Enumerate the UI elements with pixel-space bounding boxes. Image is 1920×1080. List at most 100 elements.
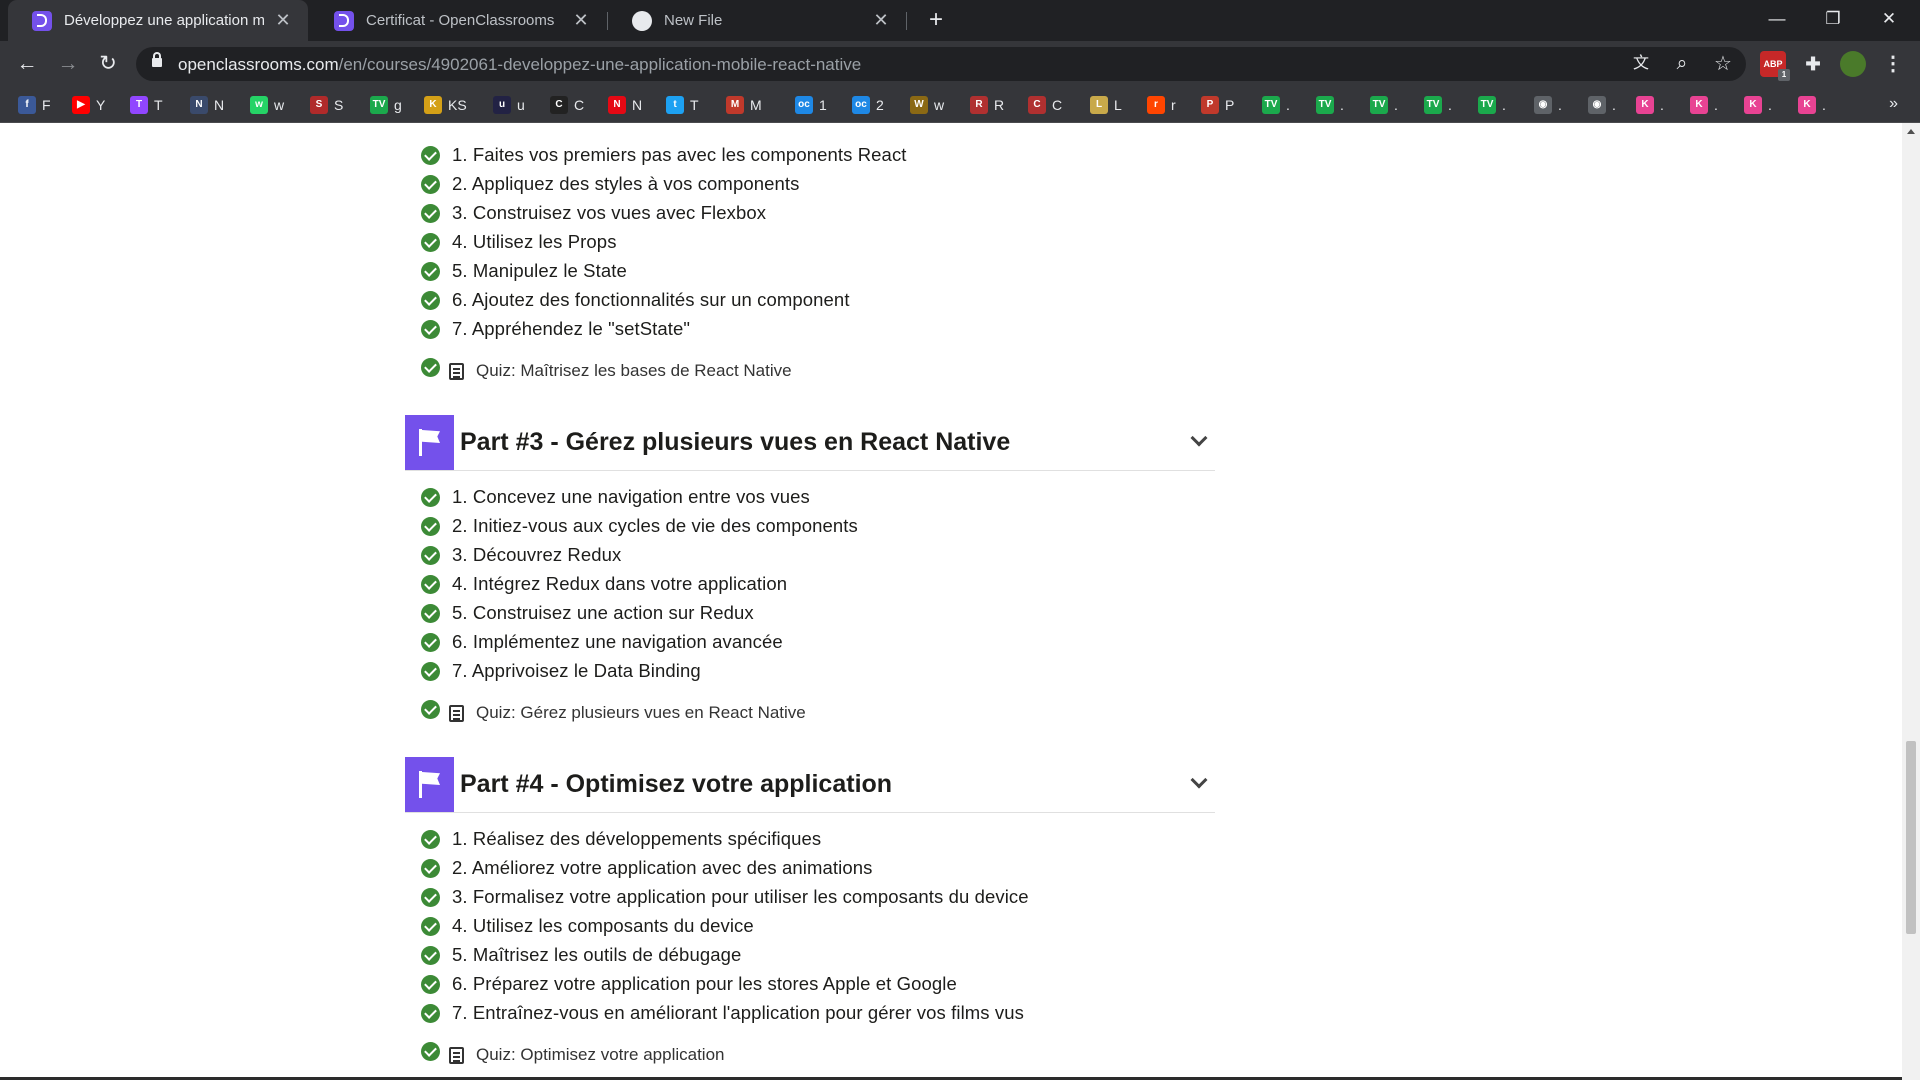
- bookmark-star-icon[interactable]: ☆: [1712, 53, 1734, 75]
- tab-new-file[interactable]: New File ✕: [608, 0, 906, 41]
- bookmark-item[interactable]: TT: [130, 95, 163, 115]
- bookmark-item[interactable]: TV.: [1316, 95, 1344, 115]
- restore-button[interactable]: ❐: [1808, 0, 1858, 41]
- bookmark-item[interactable]: ▶ Y: [72, 95, 105, 115]
- reload-button[interactable]: ↻: [94, 50, 122, 78]
- close-icon[interactable]: ✕: [570, 10, 592, 31]
- bookmark-item[interactable]: ◉.: [1534, 95, 1562, 115]
- bookmark-item[interactable]: TV.: [1262, 95, 1290, 115]
- lock-icon[interactable]: [152, 52, 162, 67]
- chapter-link[interactable]: 3. Formalisez votre application pour uti…: [421, 886, 1029, 908]
- part-4-title: Part #4 - Optimisez votre application: [460, 770, 893, 798]
- translate-icon[interactable]: 文: [1630, 53, 1652, 75]
- quiz-clipboard-icon: [449, 362, 464, 380]
- zoom-icon[interactable]: ⌕: [1671, 53, 1693, 75]
- chapter-title: 4. Intégrez Redux dans votre application: [452, 573, 788, 594]
- chapter-link[interactable]: 1. Réalisez des développements spécifiqu…: [421, 828, 821, 850]
- bookmark-label: F: [42, 97, 51, 113]
- bookmark-item[interactable]: CC: [1028, 95, 1062, 115]
- chapter-link[interactable]: 1. Concevez une navigation entre vos vue…: [421, 486, 810, 508]
- address-bar[interactable]: openclassrooms.com/en/courses/4902061-de…: [136, 47, 1746, 81]
- close-icon[interactable]: ✕: [870, 10, 892, 31]
- chapter-link[interactable]: 5. Maîtrisez les outils de débugage: [421, 944, 741, 966]
- bookmarks-overflow-icon[interactable]: »: [1889, 95, 1898, 113]
- page-scrollbar[interactable]: [1902, 123, 1920, 1080]
- bookmark-item[interactable]: K.: [1798, 95, 1826, 115]
- bookmark-item[interactable]: ◉.: [1588, 95, 1616, 115]
- check-circle-icon: [421, 319, 440, 339]
- chapter-link[interactable]: 2. Appliquez des styles à vos components: [421, 173, 799, 195]
- bookmark-item[interactable]: rr: [1147, 95, 1176, 115]
- chapter-link[interactable]: 7. Entraînez-vous en améliorant l'applic…: [421, 1002, 1024, 1024]
- quiz-link[interactable]: Quiz: Optimisez votre application: [421, 1041, 725, 1066]
- profile-avatar[interactable]: [1840, 51, 1866, 77]
- bookmark-item[interactable]: Ww: [910, 95, 944, 115]
- quiz-title: Quiz: Maîtrisez les bases de React Nativ…: [476, 361, 792, 380]
- chapter-link[interactable]: 2. Améliorez votre application avec des …: [421, 857, 872, 879]
- minimize-button[interactable]: —: [1752, 0, 1802, 41]
- chapter-link[interactable]: 3. Découvrez Redux: [421, 544, 621, 566]
- bookmark-item[interactable]: SS: [310, 95, 343, 115]
- chapter-link[interactable]: 6. Implémentez une navigation avancée: [421, 631, 783, 653]
- bookmark-item[interactable]: K.: [1744, 95, 1772, 115]
- chapter-link[interactable]: 7. Appréhendez le "setState": [421, 318, 690, 340]
- close-window-button[interactable]: ✕: [1864, 0, 1914, 41]
- url-text[interactable]: openclassrooms.com/en/courses/4902061-de…: [178, 55, 861, 75]
- chapter-link[interactable]: 5. Construisez une action sur Redux: [421, 602, 754, 624]
- bookmark-item[interactable]: tT: [666, 95, 699, 115]
- bookmark-label: w: [934, 97, 945, 113]
- chevron-down-icon[interactable]: [1190, 429, 1208, 447]
- adblock-icon[interactable]: ABP 1: [1760, 51, 1790, 81]
- bookmark-item[interactable]: TV.: [1370, 95, 1398, 115]
- chevron-down-icon[interactable]: [1190, 771, 1208, 789]
- c-icon: C: [1028, 96, 1046, 114]
- chapter-link[interactable]: 4. Intégrez Redux dans votre application: [421, 573, 787, 595]
- chapter-link[interactable]: 6. Ajoutez des fonctionnalités sur un co…: [421, 289, 850, 311]
- quiz-link[interactable]: Quiz: Maîtrisez les bases de React Nativ…: [421, 357, 792, 382]
- menu-icon[interactable]: ⋮: [1880, 51, 1906, 77]
- bookmark-item[interactable]: oc 1: [795, 95, 827, 115]
- chapter-link[interactable]: 3. Construisez vos vues avec Flexbox: [421, 202, 766, 224]
- bookmark-item[interactable]: K KS: [424, 95, 467, 115]
- twitch-icon: T: [130, 96, 148, 114]
- forward-button[interactable]: →: [54, 50, 82, 78]
- bookmark-item[interactable]: LL: [1090, 95, 1122, 115]
- scroll-thumb[interactable]: [1906, 741, 1916, 934]
- chapter-link[interactable]: 7. Apprivoisez le Data Binding: [421, 660, 701, 682]
- bookmark-item[interactable]: TV g: [370, 95, 402, 115]
- chapter-link[interactable]: 4. Utilisez les Props: [421, 231, 617, 253]
- tab-certificat[interactable]: Certificat - OpenClassrooms ✕: [310, 0, 606, 41]
- bookmark-item[interactable]: K.: [1690, 95, 1718, 115]
- bookmark-item[interactable]: RR: [970, 95, 1004, 115]
- bookmark-item[interactable]: TV.: [1424, 95, 1452, 115]
- close-icon[interactable]: ✕: [272, 10, 294, 31]
- r-icon: R: [970, 96, 988, 114]
- back-button[interactable]: ←: [13, 50, 41, 78]
- bookmark-item[interactable]: K.: [1636, 95, 1664, 115]
- bookmark-item[interactable]: uu: [493, 95, 525, 115]
- tab-course[interactable]: Développez une application mob ✕: [8, 0, 308, 41]
- bookmark-item[interactable]: TV.: [1478, 95, 1506, 115]
- chapter-link[interactable]: 5. Manipulez le State: [421, 260, 627, 282]
- bookmark-item[interactable]: CC: [550, 95, 584, 115]
- bookmark-item[interactable]: NN: [190, 95, 224, 115]
- chapter-link[interactable]: 6. Préparez votre application pour les s…: [421, 973, 957, 995]
- chapter-link[interactable]: 4. Utilisez les composants du device: [421, 915, 754, 937]
- scroll-up-arrow[interactable]: [1907, 129, 1915, 134]
- check-circle-icon: [421, 829, 440, 849]
- extensions-puzzle-icon[interactable]: ✚: [1800, 51, 1826, 77]
- bookmark-item[interactable]: oc 2: [852, 95, 884, 115]
- bookmark-item[interactable]: MM: [726, 95, 762, 115]
- bookmark-item[interactable]: PP: [1201, 95, 1234, 115]
- bookmark-item[interactable]: NN: [608, 95, 642, 115]
- bookmark-item[interactable]: fF: [18, 95, 51, 115]
- bookmark-label: P: [1225, 97, 1235, 113]
- chapter-link[interactable]: 1. Faites vos premiers pas avec les comp…: [421, 144, 907, 166]
- part-3-header[interactable]: Part #3 - Gérez plusieurs vues en React …: [405, 415, 1215, 471]
- new-tab-button[interactable]: +: [922, 6, 950, 34]
- part-4-header[interactable]: Part #4 - Optimisez votre application: [405, 757, 1215, 813]
- chapter-link[interactable]: 2. Initiez-vous aux cycles de vie des co…: [421, 515, 858, 537]
- bookmark-item[interactable]: ww: [250, 95, 284, 115]
- quiz-link[interactable]: Quiz: Gérez plusieurs vues en React Nati…: [421, 699, 806, 724]
- bookmark-label: w: [274, 97, 285, 113]
